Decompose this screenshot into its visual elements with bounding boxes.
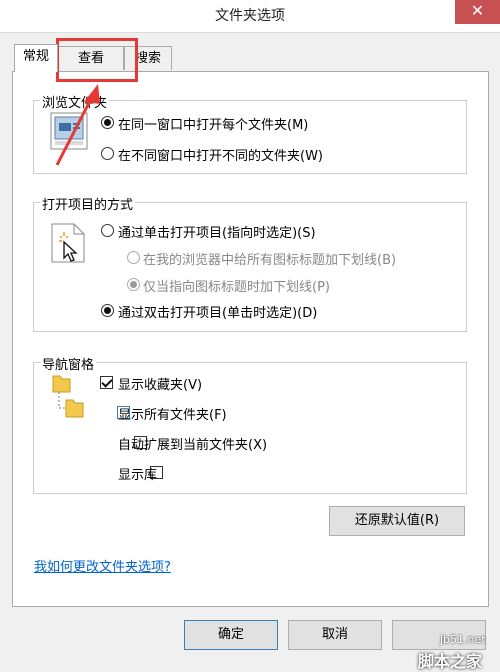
watermark-name: 脚本之家	[418, 652, 483, 671]
annotation-arrow	[55, 84, 100, 166]
tab-general[interactable]: 常规	[14, 44, 58, 72]
watermark-site: jb51.net	[440, 633, 486, 646]
